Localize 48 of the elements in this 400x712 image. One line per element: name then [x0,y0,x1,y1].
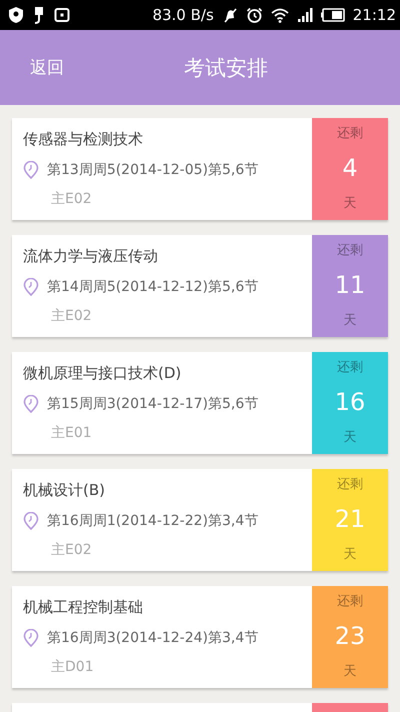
days-unit: 天 [344,312,356,329]
exam-room: 主D01 [51,658,95,676]
exam-room: 主E02 [51,541,93,559]
remaining-label: 还剩 [337,242,363,259]
exam-time: 第16周周1(2014-12-22)第3,4节 [47,512,258,530]
days-unit: 天 [344,195,356,212]
clock-pin-icon [23,161,39,179]
signal-icon [296,7,313,23]
course-name: 传感器与检测技术 [23,129,144,150]
clock-pin-icon [23,629,39,647]
exam-time: 第16周周3(2014-12-24)第3,4节 [47,629,258,647]
clock-time: 21:12 [352,6,396,24]
exam-time: 第13周周5(2014-12-05)第5,6节 [47,161,258,179]
remaining-label: 还剩 [337,125,363,142]
exam-card[interactable]: 微机原理与接口技术(D) 第15周周3(2014-12-17)第5,6节 主E01 还剩 16 天 [12,352,388,454]
wifi-icon [270,7,289,23]
days-count: 21 [334,505,366,533]
clock-pin-icon [23,395,39,413]
days-unit: 天 [344,663,356,680]
alarm-icon [246,6,263,24]
clock-pin-icon [23,512,39,530]
course-name: 机械工程控制基础 [23,597,144,618]
course-name: 流体力学与液压传动 [23,246,159,267]
remaining-label: 还剩 [337,593,363,610]
exam-time: 第14周周5(2014-12-12)第5,6节 [47,278,258,296]
course-name: 机械设计(B) [23,480,106,501]
remaining-label: 还剩 [337,359,363,376]
exam-room: 主E02 [51,307,93,325]
network-speed: 83.0 B/s [152,6,214,24]
exam-room: 主E02 [51,190,93,208]
clock-pin-icon [23,278,39,296]
days-count: 4 [342,154,358,182]
exam-room: 主E01 [51,424,93,442]
battery-icon [320,8,345,22]
exam-card[interactable]: 传感器与检测技术 第13周周5(2014-12-05)第5,6节 主E02 还剩 4 天 [12,118,388,220]
days-unit: 天 [344,429,356,446]
days-count: 11 [334,271,366,299]
remaining-label: 还剩 [337,476,363,493]
exam-card[interactable]: 机械工程控制基础 第16周周3(2014-12-24)第3,4节 主D01 还剩 23 天 [12,586,388,688]
exam-card[interactable]: 机械设计(B) 第16周周1(2014-12-22)第3,4节 主E02 还剩 21 天 [12,469,388,571]
exam-card[interactable]: 流体力学与液压传动 第14周周5(2014-12-12)第5,6节 主E02 还剩 11 天 [12,235,388,337]
shield-icon [8,6,24,24]
page-title: 考试安排 [184,54,268,82]
days-count: 23 [334,622,366,650]
days-unit: 天 [344,546,356,563]
exam-time: 第15周周3(2014-12-17)第5,6节 [47,395,258,413]
course-name: 微机原理与接口技术(D) [23,363,182,384]
days-count: 16 [334,388,366,416]
